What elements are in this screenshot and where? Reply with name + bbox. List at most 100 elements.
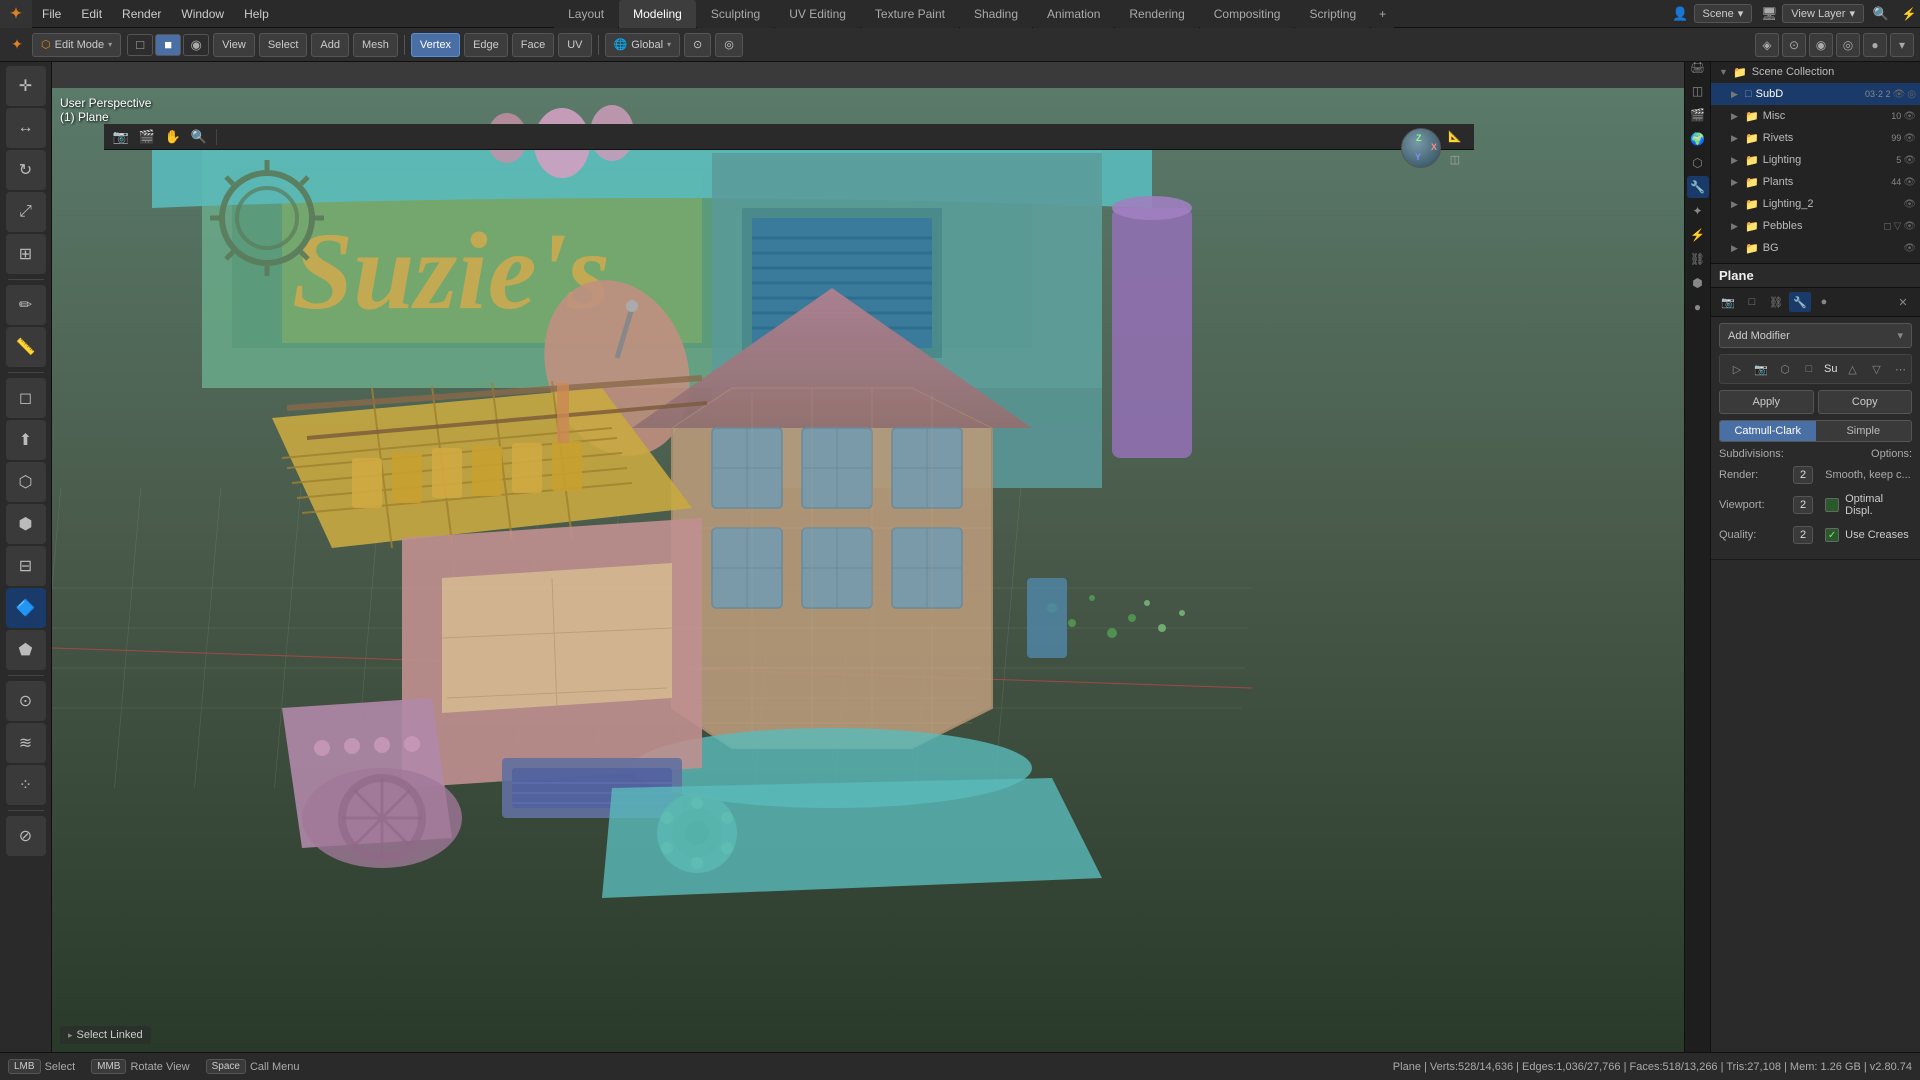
pebbles-render-icon[interactable]: ◻ bbox=[1883, 221, 1891, 232]
wireframe-icon-btn[interactable]: □ bbox=[127, 34, 153, 56]
viewport-overlay-btn[interactable]: ◈ bbox=[1755, 33, 1779, 57]
select-btn[interactable]: Select bbox=[259, 33, 308, 57]
scene-properties-icon[interactable]: 🎬 bbox=[1687, 104, 1709, 126]
object-data-icon[interactable]: ⬢ bbox=[1687, 272, 1709, 294]
coll-item-subd[interactable]: ▶ □ SubD 03·2 2 👁 ◎ bbox=[1711, 83, 1920, 105]
shading-render-btn[interactable]: ◎ bbox=[1836, 33, 1860, 57]
modifier-properties-icon[interactable]: 🔧 bbox=[1687, 176, 1709, 198]
simple-tab[interactable]: Simple bbox=[1816, 421, 1912, 441]
coll-item-bg[interactable]: ▶ 📁 BG 👁 bbox=[1711, 237, 1920, 259]
coll-item-rivets[interactable]: ▶ 📁 Rivets 99 👁 bbox=[1711, 127, 1920, 149]
modifier-move-up-icon[interactable]: △ bbox=[1841, 359, 1863, 379]
extrude-tool[interactable]: ⬆ bbox=[6, 420, 46, 460]
coll-item-scene-collection[interactable]: ▼ 📁 Scene Collection bbox=[1711, 61, 1920, 83]
shear-tool[interactable]: ⊘ bbox=[6, 816, 46, 856]
scene-3d-view[interactable]: Suzie's bbox=[52, 88, 1710, 1052]
inset-tool[interactable]: ⬡ bbox=[6, 462, 46, 502]
view-layer-selector[interactable]: View Layer ▾ bbox=[1782, 4, 1864, 23]
viewport-area[interactable]: 📷 🎬 ✋ 🔍 X Y Z 📐 ◫ bbox=[52, 62, 1710, 1052]
coll-item-lighting2[interactable]: ▶ 📁 Lighting_2 👁 bbox=[1711, 193, 1920, 215]
subd-select-icon[interactable]: ◎ bbox=[1907, 89, 1916, 100]
edge-btn[interactable]: Edge bbox=[464, 33, 508, 57]
ortho-icon[interactable]: ◫ bbox=[1444, 148, 1466, 170]
snap-btn[interactable]: ⊙ bbox=[684, 33, 711, 57]
tab-add[interactable]: + bbox=[1371, 0, 1394, 28]
tab-sculpting[interactable]: Sculpting bbox=[697, 0, 774, 28]
tab-animation[interactable]: Animation bbox=[1033, 0, 1114, 28]
render-value[interactable]: 2 bbox=[1793, 466, 1813, 484]
polypen-tool[interactable]: ⬟ bbox=[6, 630, 46, 670]
material-icon-btn[interactable]: ◉ bbox=[183, 34, 209, 56]
viewport-zoom-icon[interactable]: 🔍 bbox=[188, 126, 210, 148]
tab-compositing[interactable]: Compositing bbox=[1200, 0, 1295, 28]
material-icon[interactable]: ● bbox=[1687, 296, 1709, 318]
shading-eevee-btn[interactable]: ● bbox=[1863, 33, 1887, 57]
physics-icon[interactable]: ⚡ bbox=[1687, 224, 1709, 246]
apply-button[interactable]: Apply bbox=[1719, 390, 1814, 414]
scale-tool[interactable]: ⤢ bbox=[6, 192, 46, 232]
particles-icon[interactable]: ✦ bbox=[1687, 200, 1709, 222]
rivets-visible-icon[interactable]: 👁 bbox=[1903, 133, 1916, 144]
mesh-btn[interactable]: Mesh bbox=[353, 33, 398, 57]
menu-help[interactable]: Help bbox=[234, 0, 279, 28]
viewport-camera-icon[interactable]: 🎬 bbox=[136, 126, 158, 148]
prop-tab-constraint[interactable]: ⛓ bbox=[1765, 292, 1787, 312]
mode-dropdown[interactable]: ⬡ Edit Mode ▾ bbox=[32, 33, 121, 57]
subd-visible-icon[interactable]: 👁 bbox=[1893, 89, 1906, 100]
quality-value[interactable]: 2 bbox=[1793, 526, 1813, 544]
vertex-btn[interactable]: Vertex bbox=[411, 33, 460, 57]
misc-visible-icon[interactable]: 👁 bbox=[1903, 111, 1916, 122]
viewport-nav-icon[interactable]: 📷 bbox=[110, 126, 132, 148]
bg-visible-icon[interactable]: 👁 bbox=[1903, 243, 1916, 254]
randomize-tool[interactable]: ⁘ bbox=[6, 765, 46, 805]
prop-tab-material[interactable]: ● bbox=[1813, 292, 1835, 312]
viewport-extras-btn[interactable]: ▾ bbox=[1890, 33, 1914, 57]
rotate-tool[interactable]: ↻ bbox=[6, 150, 46, 190]
spin-tool[interactable]: ⊙ bbox=[6, 681, 46, 721]
menu-edit[interactable]: Edit bbox=[71, 0, 112, 28]
world-properties-icon[interactable]: 🌍 bbox=[1687, 128, 1709, 150]
modifier-more-icon[interactable]: ⋯ bbox=[1889, 359, 1911, 379]
transform-dropdown[interactable]: 🌐 Global ▾ bbox=[605, 33, 681, 57]
modifier-toggle-icon[interactable]: ▷ bbox=[1726, 359, 1748, 379]
measure-tool[interactable]: 📏 bbox=[6, 327, 46, 367]
add-cube-tool[interactable]: ◻ bbox=[6, 378, 46, 418]
viewport-hand-icon[interactable]: ✋ bbox=[162, 126, 184, 148]
view-btn[interactable]: View bbox=[213, 33, 255, 57]
transform-tool[interactable]: ⊞ bbox=[6, 234, 46, 274]
menu-file[interactable]: File bbox=[32, 0, 71, 28]
prop-tab-close[interactable]: ✕ bbox=[1892, 292, 1914, 312]
modifier-show-viewport-icon[interactable]: □ bbox=[1798, 359, 1820, 379]
menu-render[interactable]: Render bbox=[112, 0, 171, 28]
user-icon-btn[interactable]: 👤 bbox=[1670, 3, 1692, 25]
tab-modeling[interactable]: Modeling bbox=[619, 0, 696, 28]
coll-item-pebbles[interactable]: ▶ 📁 Pebbles ◻ ▽ 👁 bbox=[1711, 215, 1920, 237]
modifier-close-icon[interactable]: ✕ bbox=[1913, 359, 1920, 379]
catmull-clark-tab[interactable]: Catmull-Clark bbox=[1720, 421, 1816, 441]
pebbles-visible-icon[interactable]: 👁 bbox=[1903, 221, 1916, 232]
lighting2-visible-icon[interactable]: 👁 bbox=[1903, 199, 1916, 210]
render-icon-btn[interactable]: 🖥 bbox=[1758, 3, 1780, 25]
prop-tab-object[interactable]: □ bbox=[1741, 292, 1763, 312]
proportional-btn[interactable]: ◎ bbox=[715, 33, 743, 57]
plants-visible-icon[interactable]: 👁 bbox=[1903, 177, 1916, 188]
modifier-mesh-icon[interactable]: ⬡ bbox=[1774, 359, 1796, 379]
annotate-tool[interactable]: ✏ bbox=[6, 285, 46, 325]
lighting-visible-icon[interactable]: 👁 bbox=[1903, 155, 1916, 166]
view-layer-properties-icon[interactable]: ◫ bbox=[1687, 80, 1709, 102]
coll-item-misc[interactable]: ▶ 📁 Misc 10 👁 bbox=[1711, 105, 1920, 127]
object-properties-icon[interactable]: ⬡ bbox=[1687, 152, 1709, 174]
shading-solid-btn[interactable]: ◉ bbox=[1809, 33, 1833, 57]
scene-selector[interactable]: Scene ▾ bbox=[1694, 4, 1753, 23]
tab-rendering[interactable]: Rendering bbox=[1115, 0, 1198, 28]
cursor-tool[interactable]: ✛ bbox=[6, 66, 46, 106]
face-btn[interactable]: Face bbox=[512, 33, 554, 57]
solid-icon-btn[interactable]: ■ bbox=[155, 34, 181, 56]
optimal-checkbox[interactable] bbox=[1825, 498, 1839, 512]
coll-item-plants[interactable]: ▶ 📁 Plants 44 👁 bbox=[1711, 171, 1920, 193]
xray-btn[interactable]: ⊙ bbox=[1782, 33, 1806, 57]
coll-item-lighting[interactable]: ▶ 📁 Lighting 5 👁 bbox=[1711, 149, 1920, 171]
modifier-move-down-icon[interactable]: ▽ bbox=[1865, 359, 1887, 379]
loop-cut-tool[interactable]: ⊟ bbox=[6, 546, 46, 586]
copy-button[interactable]: Copy bbox=[1818, 390, 1913, 414]
